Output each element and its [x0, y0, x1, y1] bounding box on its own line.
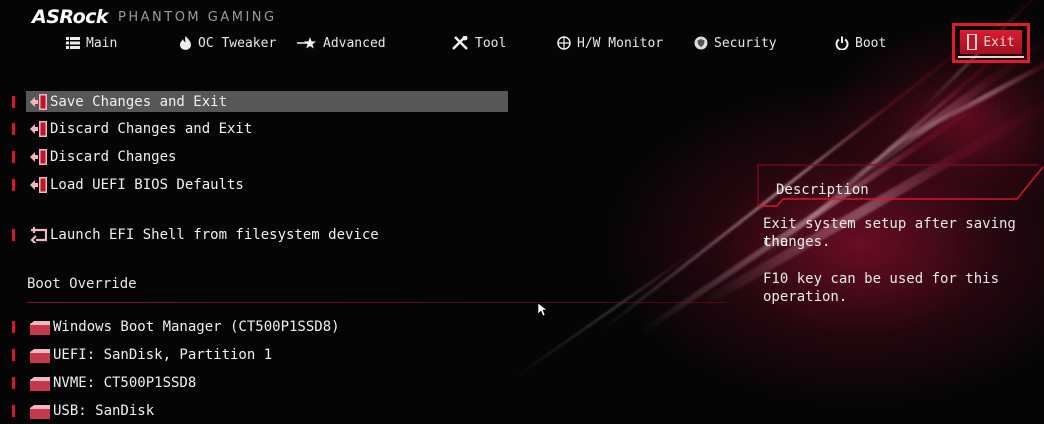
row-marker	[12, 229, 15, 241]
tab-main[interactable]: Main	[66, 30, 117, 56]
row-marker	[12, 123, 15, 135]
shield-icon	[694, 36, 708, 50]
menu-item-label: Save Changes and Exit	[50, 94, 228, 110]
row-marker	[12, 151, 15, 163]
star-arrow-icon	[297, 36, 317, 50]
tab-label: Main	[86, 35, 118, 51]
tab-hw-monitor[interactable]: H/W Monitor	[557, 30, 663, 56]
exit-door-icon	[30, 121, 47, 137]
tab-label: OC Tweaker	[198, 35, 277, 51]
shell-icon	[30, 227, 47, 243]
menu-item-label: Load UEFI BIOS Defaults	[50, 177, 244, 193]
menu-item-label: Discard Changes and Exit	[50, 121, 253, 137]
crosshair-icon	[557, 36, 571, 50]
menu-item-label: UEFI: SanDisk, Partition 1	[53, 347, 273, 363]
tab-label: Boot	[855, 35, 887, 51]
list-icon	[66, 36, 80, 50]
brand-header: ASRock PHANTOM GAMING	[32, 6, 277, 28]
tab-label: H/W Monitor	[577, 35, 664, 51]
brand-subtitle: PHANTOM GAMING	[118, 9, 277, 25]
tab-label: Exit	[983, 34, 1015, 50]
exit-door-icon	[30, 149, 47, 165]
drive-icon	[30, 377, 50, 391]
drive-icon	[30, 405, 50, 419]
flame-icon	[178, 36, 192, 50]
tab-advanced[interactable]: Advanced	[297, 30, 386, 56]
tab-oc-tweaker[interactable]: OC Tweaker	[178, 30, 276, 56]
asrock-logo: ASRock	[32, 6, 109, 28]
section-divider	[27, 302, 727, 303]
menu-item-label: USB: SanDisk	[53, 403, 155, 419]
menu-item-label: Windows Boot Manager (CT500P1SSD8)	[53, 319, 340, 335]
row-marker	[12, 179, 15, 191]
exit-door-icon	[967, 34, 978, 50]
tab-boot[interactable]: Boot	[835, 30, 886, 56]
row-marker	[12, 349, 15, 361]
mouse-cursor-icon	[538, 303, 548, 317]
menu-item-label: Discard Changes	[50, 149, 177, 165]
drive-icon	[30, 349, 50, 363]
tab-tool[interactable]: Tool	[452, 30, 506, 56]
exit-door-icon	[30, 177, 47, 193]
row-marker	[12, 321, 15, 333]
exit-door-icon	[30, 94, 47, 110]
tab-label: Tool	[475, 35, 507, 51]
row-marker	[12, 377, 15, 389]
tab-label: Security	[714, 35, 777, 51]
menu-item-label: NVME: CT500P1SSD8	[53, 375, 197, 391]
row-marker	[12, 96, 15, 108]
tab-exit[interactable]: Exit	[960, 30, 1022, 54]
boot-override-heading: Boot Override	[27, 276, 137, 292]
power-icon	[835, 36, 849, 50]
tab-label: Advanced	[323, 35, 386, 51]
top-nav: Main OC Tweaker Advanced Tool H/W Monito…	[0, 30, 1044, 56]
menu-item-label: Launch EFI Shell from filesystem device	[50, 227, 379, 243]
description-line: F10 key can be used for this	[763, 271, 1000, 287]
tab-security[interactable]: Security	[694, 30, 777, 56]
tools-icon	[452, 36, 469, 50]
description-line: changes.	[763, 234, 831, 250]
row-marker	[12, 405, 15, 417]
description-line: operation.	[763, 289, 848, 305]
drive-icon	[30, 321, 50, 335]
active-tab-underline	[958, 56, 1024, 58]
description-title: Description	[776, 182, 869, 198]
